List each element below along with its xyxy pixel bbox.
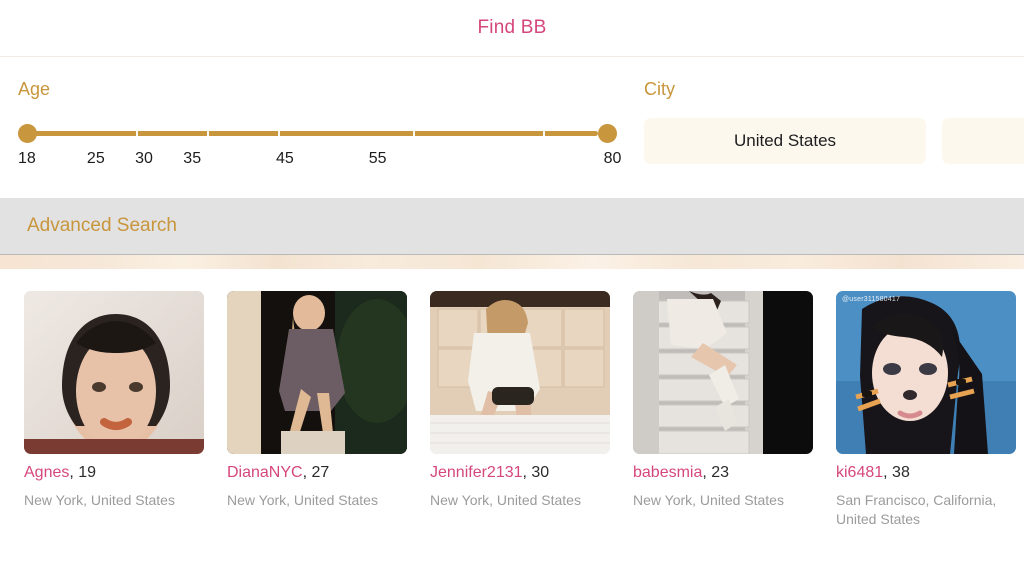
- profile-username[interactable]: Agnes: [24, 464, 69, 481]
- profile-name-age[interactable]: Jennifer2131, 30: [430, 464, 610, 482]
- profile-username[interactable]: babesmia: [633, 464, 702, 481]
- profile-photo[interactable]: @user311580417: [836, 291, 1016, 454]
- profile-age: 30: [531, 464, 550, 481]
- profile-photo[interactable]: [227, 291, 407, 454]
- profile-username[interactable]: Jennifer2131: [430, 464, 523, 481]
- profile-location: New York, United States: [227, 492, 378, 508]
- age-filter-group: Age 18 25 30 35 45 55 80: [0, 79, 628, 170]
- profile-age: 27: [311, 464, 330, 481]
- slider-tick-2: [277, 129, 280, 138]
- slider-handle-max[interactable]: [598, 124, 617, 143]
- profile-age: 38: [892, 464, 910, 481]
- name-age-separator: ,: [702, 464, 712, 481]
- city-filter-group: City United States: [628, 79, 1024, 164]
- age-scale-label-80: 80: [603, 150, 622, 167]
- age-scale-label-35: 35: [183, 150, 202, 167]
- profile-photo[interactable]: [430, 291, 610, 454]
- profile-username[interactable]: DianaNYC: [227, 464, 303, 481]
- profile-username[interactable]: ki6481: [836, 464, 883, 481]
- profile-photo[interactable]: [24, 291, 204, 454]
- profile-location: New York, United States: [633, 492, 784, 508]
- profile-card[interactable]: Jennifer2131, 30 New York, United States: [430, 291, 610, 529]
- advanced-search-toggle[interactable]: Advanced Search: [0, 198, 1024, 255]
- slider-tick-4: [543, 129, 546, 138]
- city-filter-label: City: [644, 79, 675, 99]
- profile-card[interactable]: babesmia, 23 New York, United States: [633, 291, 813, 529]
- content-spacer: [0, 269, 1024, 291]
- city-select[interactable]: [942, 118, 1024, 164]
- name-age-separator: ,: [69, 464, 79, 481]
- page-header: Find BB: [0, 0, 1024, 57]
- age-scale-label-55: 55: [368, 150, 387, 167]
- profile-location: New York, United States: [430, 492, 581, 508]
- slider-tick-0: [136, 129, 138, 138]
- profile-card[interactable]: @user311580417 ki6481, 38 San Francisco, C…: [836, 291, 1016, 529]
- profile-age: 23: [711, 464, 730, 481]
- age-scale-label-18: 18: [18, 150, 36, 167]
- age-scale-labels: 18 25 30 35 45 55 80: [18, 150, 628, 170]
- age-scale-label-45: 45: [276, 150, 294, 167]
- profile-card[interactable]: DianaNYC, 27 New York, United States: [227, 291, 407, 529]
- profile-photo[interactable]: [633, 291, 813, 454]
- decorative-banner-strip: [0, 255, 1024, 269]
- name-age-separator: ,: [883, 464, 893, 481]
- slider-tick-3: [413, 129, 416, 138]
- age-range-slider[interactable]: [18, 124, 617, 143]
- slider-tick-1: [206, 129, 209, 138]
- profile-name-age[interactable]: ki6481, 38: [836, 464, 1016, 482]
- age-scale-label-30: 30: [135, 150, 153, 167]
- profile-location: New York, United States: [24, 492, 175, 508]
- country-select[interactable]: United States: [644, 118, 926, 164]
- profile-name-age[interactable]: Agnes, 19: [24, 464, 204, 482]
- profile-name-age[interactable]: babesmia, 23: [633, 464, 813, 482]
- profile-card[interactable]: Agnes, 19 New York, United States: [24, 291, 204, 529]
- slider-tick-marks: [18, 129, 608, 138]
- filter-bar: Age 18 25 30 35 45 55 80 City United States: [0, 57, 1024, 198]
- age-filter-label: Age: [18, 79, 51, 99]
- page-title: Find BB: [477, 17, 547, 38]
- slider-handle-min[interactable]: [18, 124, 37, 143]
- advanced-search-label: Advanced Search: [27, 215, 177, 236]
- profile-location: San Francisco, California, United States: [836, 492, 997, 527]
- profile-name-age[interactable]: DianaNYC, 27: [227, 464, 407, 482]
- profile-age: 19: [78, 464, 97, 481]
- age-scale-label-25: 25: [86, 150, 105, 167]
- profile-results-grid: Agnes, 19 New York, United States DianaNYC…: [0, 291, 1024, 529]
